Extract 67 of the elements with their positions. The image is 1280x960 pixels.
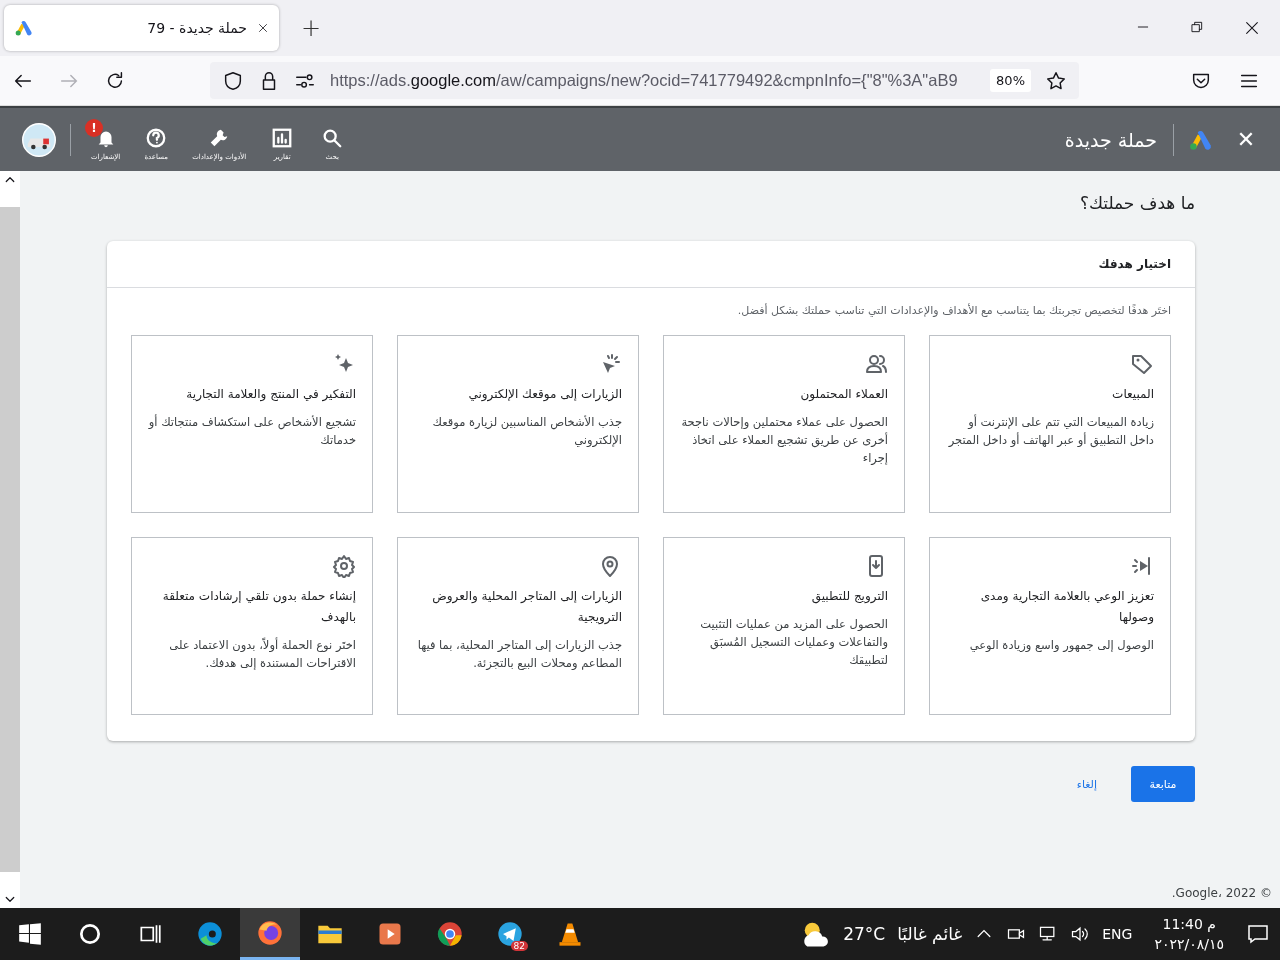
- goal-option[interactable]: العملاء المحتملون الحصول على عملاء محتملين وإحالات ناجحة أخرى عن طريق تشجيع العملاء على اتخاذ إجراء: [663, 335, 905, 513]
- card-description: اختَر هدفًا لتخصيص تجربتك بما يتناسب مع الأهداف والإعدادات التي تناسب حملتك بشكل أفضل.: [736, 302, 1172, 317]
- notification-icon[interactable]: [1246, 922, 1270, 946]
- goal-title: المبيعات: [1112, 386, 1154, 403]
- language-indicator[interactable]: ENG: [1102, 926, 1133, 942]
- goal-title: الزيارات إلى موقعك الإلكتروني: [468, 386, 622, 404]
- close-icon[interactable]: [257, 22, 269, 34]
- tab-title: حملة جديدة - 79: [146, 20, 247, 36]
- goal-option[interactable]: الترويج للتطبيق الحصول على المزيد من عمليات التثبيت والتفاعلات وعمليات التسجيل المُسبَق لتطبيقك: [663, 537, 905, 715]
- goal-description: الحصول على المزيد من عمليات التثبيت والتفاعلات وعمليات التسجيل المُسبَق لتطبيقك: [699, 616, 888, 669]
- avatar-icon[interactable]: [22, 122, 56, 157]
- goal-description: الوصول إلى جمهور واسع وزيادة الوعي: [969, 637, 1154, 654]
- goal-title: تعزيز الوعي بالعلامة التجارية ومدى وصولها: [979, 588, 1154, 626]
- scrollbar[interactable]: [0, 171, 20, 908]
- page-heading: ما هدف حملتك؟: [1078, 193, 1195, 213]
- close-button[interactable]: ✕: [1232, 127, 1260, 152]
- restore-icon[interactable]: [1190, 20, 1204, 34]
- goal-description: الحصول على عملاء محتملين وإحالات ناجحة أخرى عن طريق تشجيع العملاء على اتخاذ إجراء: [680, 414, 888, 467]
- continue-button[interactable]: متابعة: [1131, 766, 1195, 802]
- bar-chart-icon: [271, 126, 294, 149]
- goal-title: العملاء المحتملون: [800, 386, 888, 403]
- windows-start-icon[interactable]: [17, 921, 43, 947]
- goal-option[interactable]: تعزيز الوعي بالعلامة التجارية ومدى وصولها الوصول إلى جمهور واسع وزيادة الوعي: [929, 537, 1171, 715]
- ads-logo-icon: [14, 18, 34, 38]
- goal-title: التفكير في المنتج والعلامة التجارية: [186, 386, 356, 404]
- goal-option[interactable]: المبيعات زيادة المبيعات التي تتم على الإنترنت أو داخل التطبيق أو عبر الهاتف أو داخل المتجر: [929, 335, 1171, 513]
- goal-option[interactable]: التفكير في المنتج والعلامة التجارية تشجيع الأشخاص على استكشاف منتجاتك أو خدماتك: [131, 335, 373, 513]
- browser-icon: [436, 920, 464, 948]
- copyright-text: © 2022 ،Google.: [1171, 886, 1272, 900]
- gear-icon: [332, 554, 356, 578]
- temperature-text: 27°C: [843, 924, 886, 944]
- card-title: اختيار هدفك: [107, 241, 1195, 288]
- goal-title: الزيارات إلى المتاجر المحلية والعروض الترويجية: [431, 588, 622, 626]
- goal-description: زيادة المبيعات التي تتم على الإنترنت أو داخل التطبيق أو عبر الهاتف أو داخل المتجر: [947, 413, 1154, 449]
- help-icon: [145, 126, 168, 149]
- shield-icon[interactable]: [222, 69, 244, 92]
- page-title: حملة جديدة: [1064, 128, 1157, 151]
- close-icon[interactable]: [1244, 20, 1260, 36]
- cancel-link[interactable]: إلغاء: [1070, 776, 1103, 792]
- goal-description: جذب الأشخاص المناسبين لزيارة موقعك الإلكتروني: [431, 414, 622, 449]
- goal-option[interactable]: الزيارات إلى موقعك الإلكتروني جذب الأشخاص المناسبين لزيارة موقعك الإلكتروني: [397, 335, 639, 513]
- browser-tab[interactable]: حملة جديدة - 79: [4, 5, 279, 51]
- goal-title: الترويج للتطبيق: [811, 588, 888, 606]
- tag-icon: [1130, 352, 1154, 376]
- alert-badge: !: [85, 118, 103, 137]
- search-icon[interactable]: [77, 921, 103, 947]
- clock-date[interactable]: ٢٠٢٢/٠٨/١٥: [1154, 934, 1224, 954]
- taskbar-app[interactable]: [240, 908, 300, 960]
- browser-icon: [256, 918, 284, 947]
- url-field[interactable]: https://ads.google.com/aw/campaigns/new?ocid=741779492&cmpnInfo={"8"%3A"aB9: [330, 71, 977, 90]
- browser-icon: [196, 920, 224, 948]
- unread-badge: 82: [510, 941, 528, 951]
- clock-time[interactable]: 11:40 م: [1162, 914, 1216, 934]
- messenger-icon: [496, 920, 524, 948]
- goal-description: اختَر نوع الحملة أولاً، بدون الاعتماد على الاقتراحات المستندة إلى هدفك.: [168, 636, 356, 672]
- goal-title: إنشاء حملة بدون تلقي إرشادات متعلقة بالهدف: [161, 588, 356, 626]
- speaker-icon[interactable]: [1070, 924, 1091, 944]
- people-icon: [864, 352, 888, 376]
- zoom-button[interactable]: 80%: [990, 69, 1031, 92]
- goal-description: جذب الزيارات إلى المتاجر المحلية، بما فيها المطاعم ومحلات البيع بالتجزئة.: [416, 637, 622, 672]
- weather-text: غائم غالبًا: [897, 924, 963, 944]
- taskbar-app[interactable]: 82: [480, 908, 540, 960]
- goal-option[interactable]: الزيارات إلى المتاجر المحلية والعروض الترويجية جذب الزيارات إلى المتاجر المحلية، بما فيها المطاعم ومحلات البيع بالتجزئة.: [397, 537, 639, 715]
- new-tab-button[interactable]: +: [295, 13, 328, 43]
- star-icon[interactable]: [1045, 69, 1067, 92]
- goal-option[interactable]: إنشاء حملة بدون تلقي إرشادات متعلقة بالهدف اختَر نوع الحملة أولاً، بدون الاعتماد على الاقتراحات المستندة إلى هدفك.: [131, 537, 373, 715]
- goal-description: تشجيع الأشخاص على استكشاف منتجاتك أو خدماتك: [148, 413, 356, 449]
